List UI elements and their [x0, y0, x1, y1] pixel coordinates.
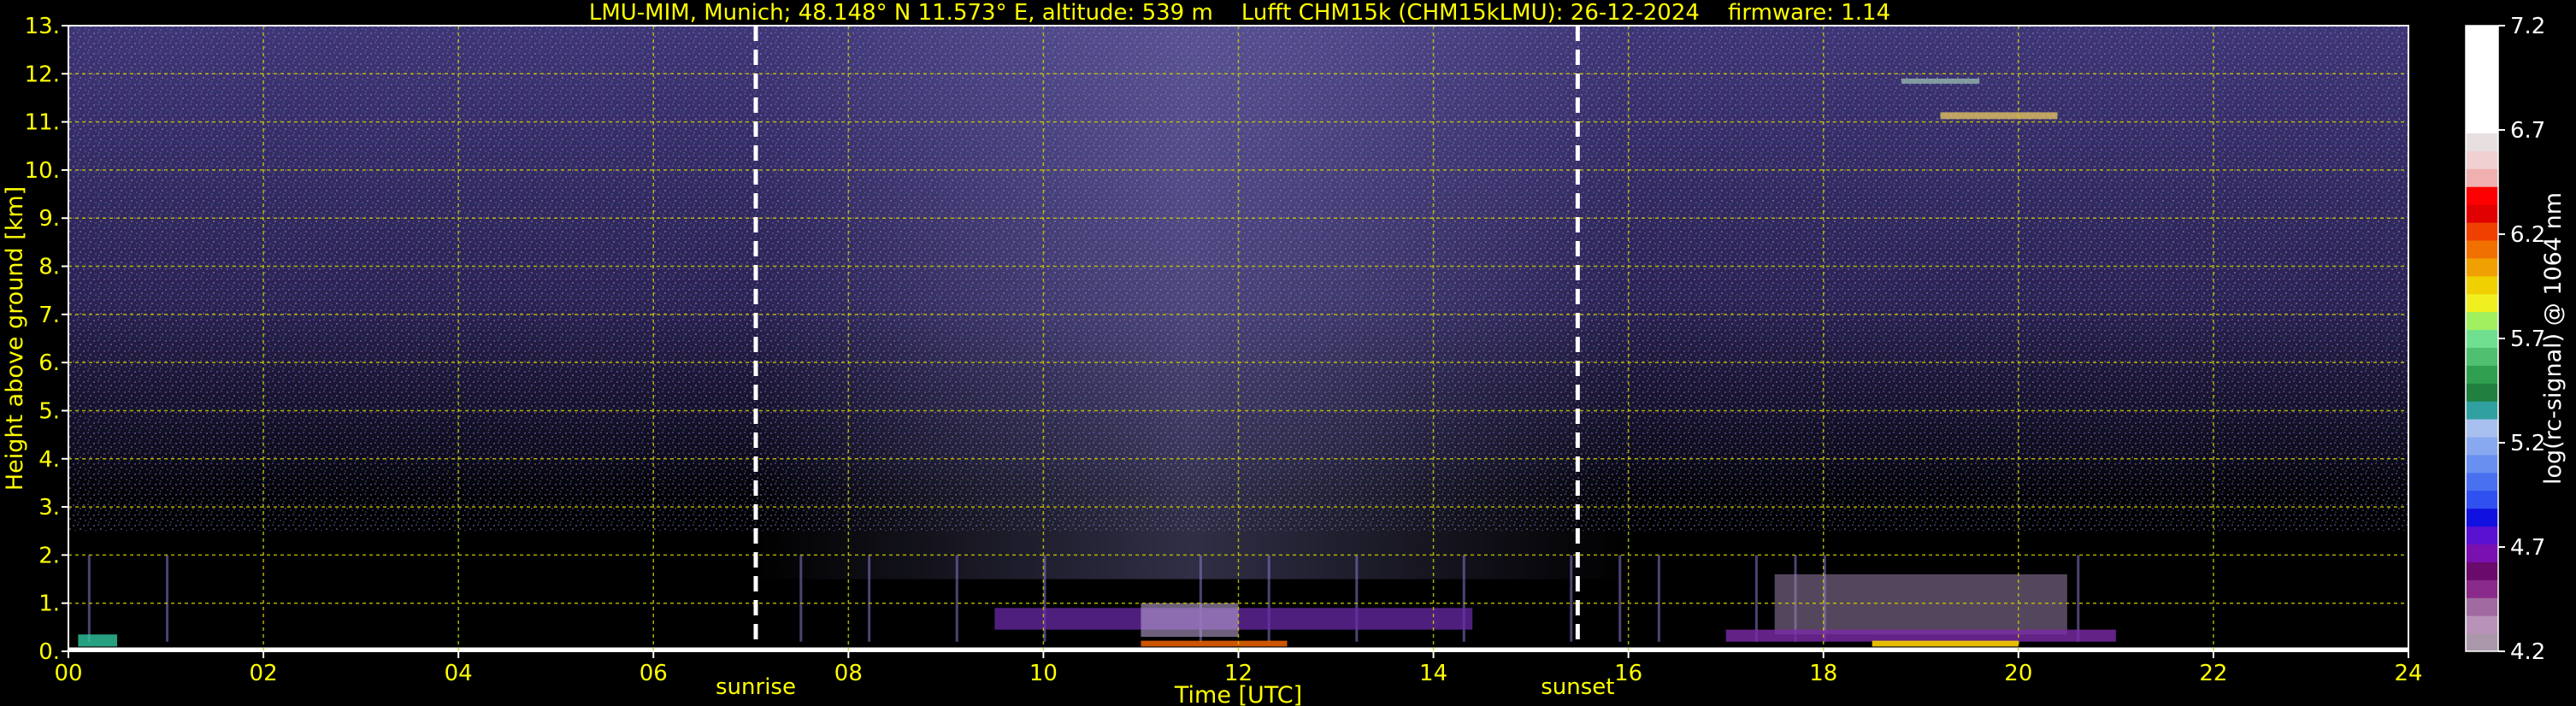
colorbar-tick-label: 4.2 — [2510, 639, 2545, 665]
signal-streak — [868, 555, 871, 642]
colorbar-segment — [2466, 150, 2498, 169]
colorbar-segment — [2466, 26, 2498, 44]
x-axis-label: Time [UTC] — [1174, 682, 1302, 706]
aerosol-layer — [78, 634, 118, 647]
aerosol-layer — [1774, 574, 2067, 635]
colorbar-tick-label: 7.2 — [2510, 14, 2545, 39]
y-tick-label: 11. — [25, 110, 60, 136]
signal-streak — [87, 555, 91, 642]
colorbar-segment — [2466, 633, 2498, 652]
colorbar-segment — [2466, 115, 2498, 133]
colorbar-segment — [2466, 79, 2498, 98]
y-tick-label: 2. — [38, 543, 60, 568]
signal-streak — [799, 555, 803, 642]
y-tick-label: 4. — [38, 447, 60, 473]
colorbar-segment — [2466, 257, 2498, 277]
signal-streak — [955, 555, 958, 642]
signal-streak — [1657, 555, 1660, 642]
colorbar-segment — [2466, 222, 2498, 241]
colorbar-segment — [2466, 437, 2498, 456]
cloud-speckle — [1901, 78, 1980, 84]
lidar-quicklook-chart: 00 02 04 06 08 10 12 14 16 18 20 22 240.1.2.3.4.5.6.… — [2, 14, 2567, 706]
daytime-background — [751, 26, 1629, 580]
x-tick-label: 02 — [250, 661, 278, 686]
x-tick-label: 16 — [1614, 661, 1642, 686]
x-tick-label: 24 — [2394, 661, 2422, 686]
colorbar-segment — [2466, 472, 2498, 491]
colorbar-tick-label: 6.7 — [2510, 118, 2545, 144]
colorbar-segment — [2466, 329, 2498, 348]
sunset-label: sunset — [1541, 674, 1614, 700]
colorbar-segment — [2466, 508, 2498, 527]
colorbar-segment — [2466, 43, 2498, 62]
aerosol-layer — [1141, 640, 1288, 647]
y-tick-label: 3. — [38, 495, 60, 521]
colorbar-segment — [2466, 544, 2498, 562]
y-tick-label: 5. — [38, 398, 60, 424]
signal-streak — [1618, 555, 1622, 642]
colorbar-segment — [2466, 311, 2498, 331]
y-tick-label: 13. — [25, 14, 60, 39]
colorbar-segment — [2466, 562, 2498, 580]
colorbar-segment — [2466, 347, 2498, 366]
aerosol-layer — [1725, 629, 2116, 642]
cloud-speckle — [1940, 112, 2058, 120]
colorbar-segment — [2466, 490, 2498, 509]
colorbar-segment — [2466, 419, 2498, 438]
signal-streak — [166, 555, 169, 642]
colorbar-segment — [2466, 526, 2498, 545]
y-tick-label: 10. — [25, 158, 60, 184]
x-tick-label: 08 — [834, 661, 863, 686]
y-tick-label: 1. — [38, 591, 60, 617]
colorbar-label: log(rc-signal) @ 1064 nm — [2540, 192, 2567, 485]
colorbar-segment — [2466, 401, 2498, 420]
colorbar-segment — [2466, 454, 2498, 474]
x-tick-label: 20 — [2004, 661, 2032, 686]
x-tick-label: 10 — [1029, 661, 1058, 686]
colorbar-tick-label: 4.7 — [2510, 535, 2545, 561]
y-tick-label: 6. — [38, 350, 60, 376]
signal-streak — [1754, 555, 1758, 642]
colorbar-segment — [2466, 597, 2498, 616]
colorbar-segment — [2466, 132, 2498, 151]
colorbar-segment — [2466, 61, 2498, 80]
x-tick-label: 18 — [1809, 661, 1837, 686]
x-tick-label: 06 — [640, 661, 668, 686]
aerosol-layer — [1141, 603, 1239, 638]
x-tick-label: 22 — [2199, 661, 2227, 686]
colorbar-segment — [2466, 239, 2498, 259]
sunrise-label: sunrise — [716, 674, 796, 700]
signal-streak — [2077, 555, 2080, 642]
signal-streak — [1570, 555, 1573, 642]
y-axis-label: Height above ground [km] — [2, 186, 28, 491]
y-tick-label: 9. — [38, 206, 60, 232]
colorbar-segment — [2466, 383, 2498, 402]
colorbar-segment — [2466, 168, 2498, 187]
colorbar-segment — [2466, 186, 2498, 205]
colorbar-segment — [2466, 275, 2498, 295]
colorbar-segment — [2466, 204, 2498, 223]
x-tick-label: 04 — [445, 661, 473, 686]
aerosol-layer — [1872, 640, 2019, 647]
colorbar-segment — [2466, 365, 2498, 384]
colorbar-segment — [2466, 97, 2498, 116]
colorbar-segment — [2466, 580, 2498, 598]
y-tick-label: 7. — [38, 303, 60, 328]
y-tick-label: 12. — [25, 62, 60, 87]
y-tick-label: 0. — [38, 639, 60, 665]
colorbar-segment — [2466, 615, 2498, 634]
colorbar-segment — [2466, 293, 2498, 313]
x-tick-label: 14 — [1419, 661, 1447, 686]
y-tick-label: 8. — [38, 255, 60, 280]
